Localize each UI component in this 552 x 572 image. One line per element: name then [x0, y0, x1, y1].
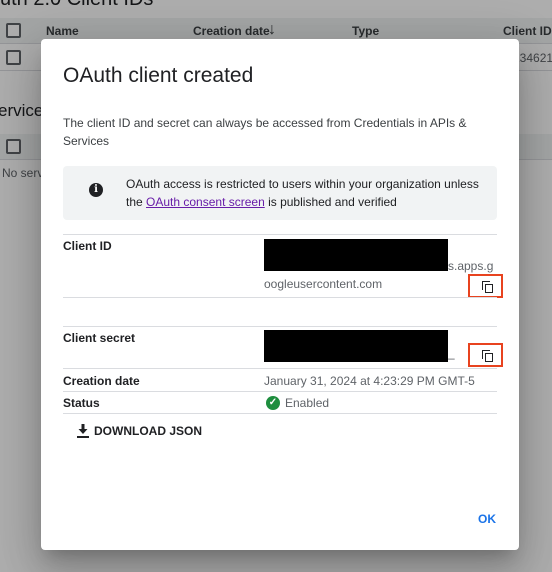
- creation-date-label: Creation date: [63, 374, 140, 388]
- download-icon: [77, 424, 89, 438]
- download-json-label: DOWNLOAD JSON: [94, 424, 202, 438]
- divider: [63, 297, 497, 298]
- org-restriction-notice: i OAuth access is restricted to users wi…: [63, 166, 497, 220]
- divider: [63, 391, 497, 392]
- copy-icon: [482, 350, 493, 362]
- dialog-description: The client ID and secret can always be a…: [63, 116, 467, 148]
- client-id-value-line2: oogleusercontent.com: [264, 277, 383, 291]
- divider: [63, 234, 497, 235]
- client-id-value-suffix: s.apps.g: [448, 259, 494, 273]
- client-secret-trailing: –: [448, 351, 455, 365]
- client-secret-redaction: [264, 330, 448, 362]
- client-id-redaction: [264, 239, 448, 271]
- copy-icon: [482, 281, 493, 293]
- info-icon: i: [89, 183, 103, 197]
- copy-client-secret-button[interactable]: [468, 343, 503, 367]
- divider: [63, 368, 497, 369]
- client-secret-label: Client secret: [63, 331, 136, 345]
- divider: [63, 413, 497, 414]
- dialog-title: OAuth client created: [63, 64, 254, 87]
- copy-client-id-button[interactable]: [468, 274, 503, 298]
- notice-text: OAuth access is restricted to users with…: [126, 177, 479, 209]
- oauth-consent-screen-link[interactable]: OAuth consent screen: [146, 195, 265, 209]
- check-circle-icon: ✓: [266, 396, 280, 410]
- creation-date-value: January 31, 2024 at 4:23:29 PM GMT-5: [264, 374, 475, 388]
- ok-button[interactable]: OK: [478, 512, 496, 526]
- client-id-label: Client ID: [63, 239, 112, 253]
- status-label: Status: [63, 396, 100, 410]
- oauth-client-created-dialog: OAuth client created The client ID and s…: [41, 39, 519, 550]
- divider: [63, 326, 497, 327]
- status-value: Enabled: [285, 396, 330, 410]
